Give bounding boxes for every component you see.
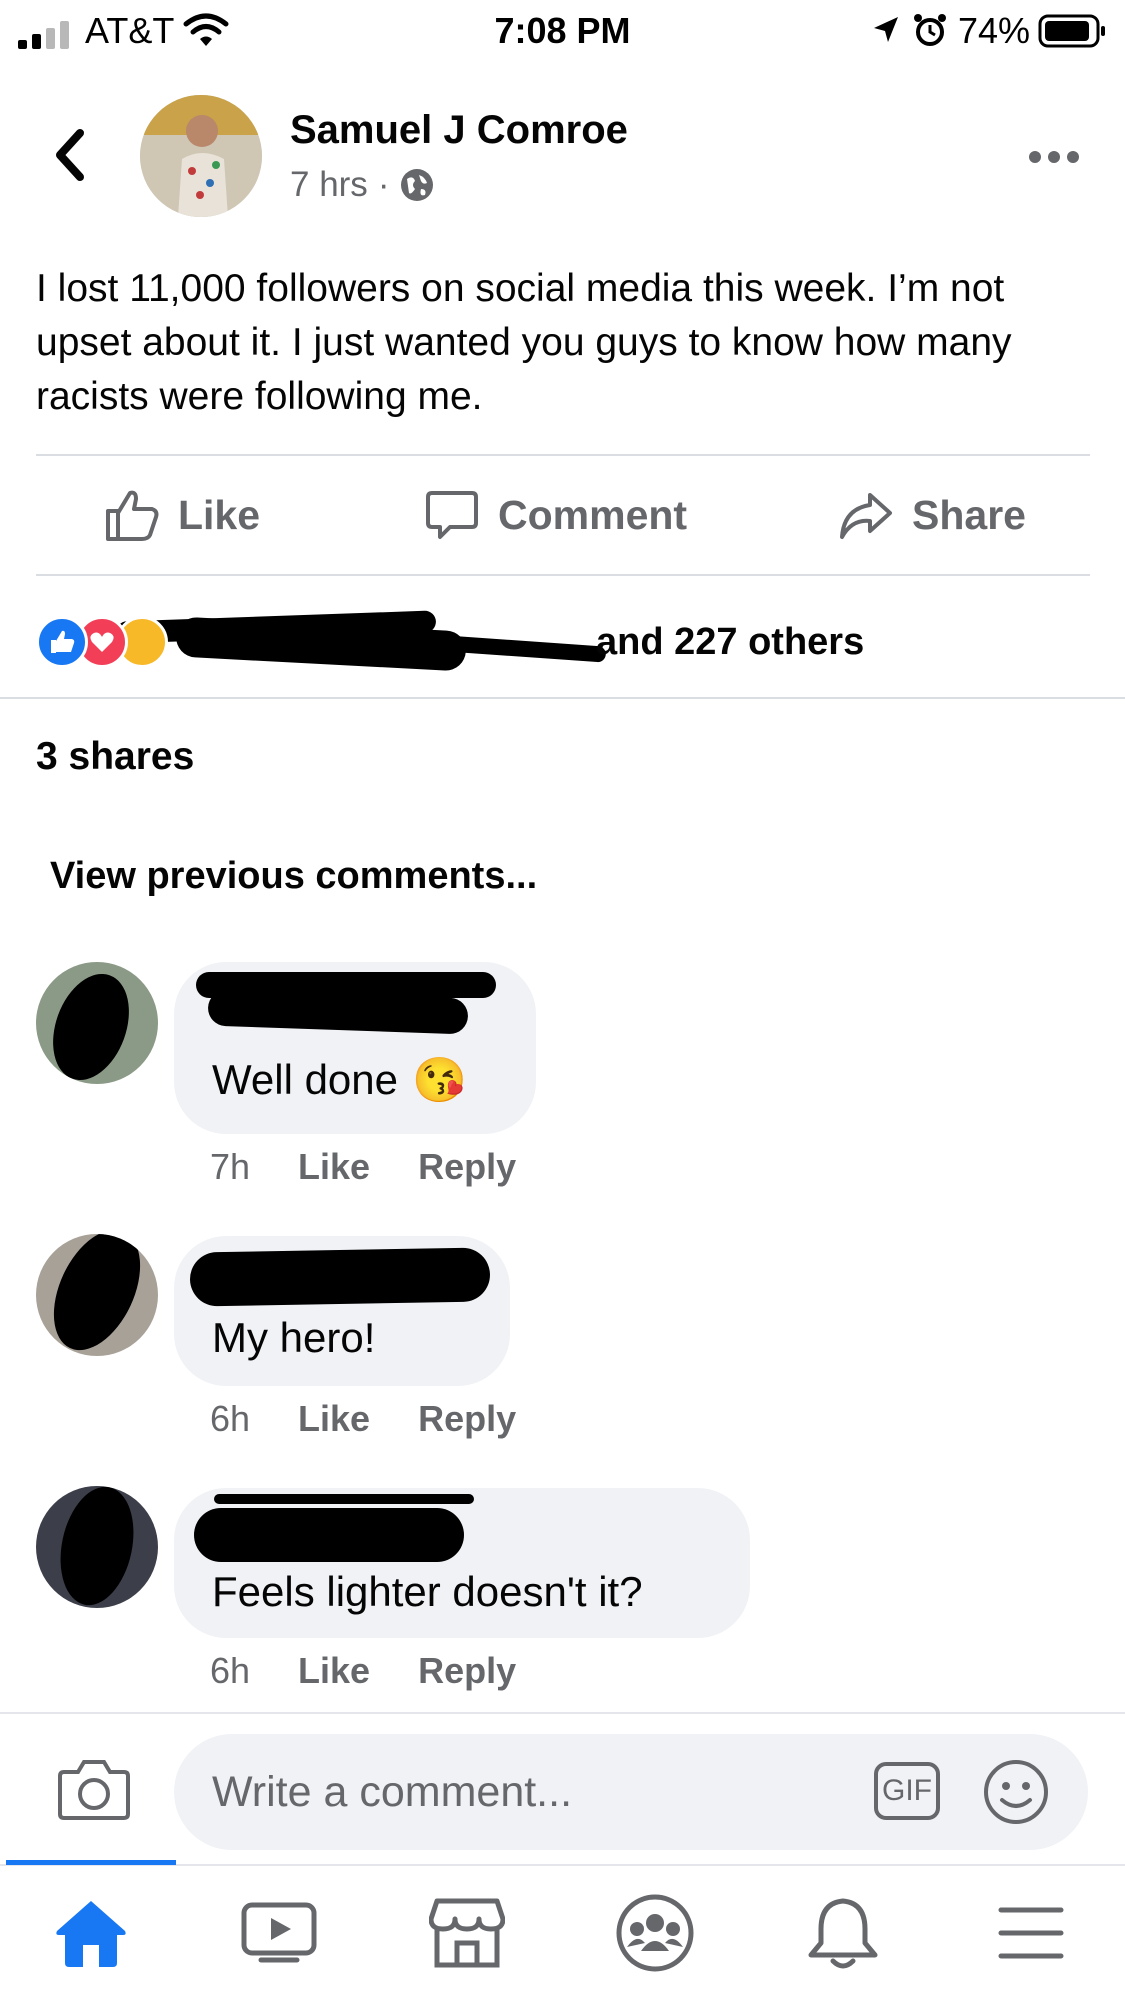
redaction-scribble [39,963,143,1084]
emoji-button[interactable] [982,1758,1050,1831]
comment-meta: 6h Like Reply [210,1398,516,1440]
author-avatar[interactable] [140,95,262,217]
comment-meta: 6h Like Reply [210,1650,516,1692]
post-time[interactable]: 7 hrs [290,165,368,205]
more-dots-icon [1029,151,1079,163]
battery-percent: 74% [958,10,1031,51]
thumbs-up-icon [106,490,159,541]
like-button[interactable]: Like [104,456,260,574]
tab-groups[interactable] [610,1888,700,1978]
post-author-name[interactable]: Samuel J Comroe [290,108,628,153]
smiley-icon [984,1760,1048,1824]
comment-time: 6h [210,1650,251,1691]
shares-count[interactable]: 3 shares [36,735,194,779]
alarm-icon [914,14,946,46]
share-arrow-icon [840,493,892,539]
commenter-avatar[interactable] [36,1234,158,1356]
view-previous-comments[interactable]: View previous comments... [50,855,537,898]
commenter-avatar[interactable] [36,962,158,1084]
clock: 7:08 PM [494,10,631,51]
comment-text: Feels lighter doesn't it? [212,1568,643,1615]
redaction-scribble [207,989,469,1035]
post-body: I lost 11,000 followers on social media … [36,267,1012,418]
comment-button[interactable]: Comment [424,456,687,574]
author-photo [140,95,262,217]
comment-time: 7h [210,1146,251,1187]
comment-label: Comment [498,491,688,538]
redaction-scribble [50,1486,144,1608]
comment-placeholder: Write a comment... [212,1768,573,1816]
like-label: Like [178,491,261,538]
redaction-scribble [194,1508,464,1562]
tab-notifications[interactable] [798,1888,888,1978]
tab-menu[interactable] [986,1888,1076,1978]
marketplace-icon [429,1898,505,1968]
home-icon [56,1901,126,1967]
redaction-scribble [36,1234,158,1356]
like-reaction-icon [36,616,88,668]
comment-bubble[interactable]: My hero! [174,1236,510,1386]
comment-text: My hero! [212,1314,376,1361]
chevron-left-icon [56,129,84,181]
share-label: Share [912,491,1026,538]
reactions-count: and 227 others [596,621,865,663]
tab-watch[interactable] [234,1888,324,1978]
redaction-scribble [189,1247,491,1307]
kissing-face-emoji-icon: 😘 [412,1056,467,1105]
meta-separator: · [377,165,390,204]
comment-input[interactable]: Write a comment... GIF [174,1734,1088,1850]
comment-text-body: Well done [212,1056,399,1103]
commenter-avatar[interactable] [36,1486,158,1608]
divider [36,574,1090,576]
gif-button[interactable]: GIF [874,1762,940,1820]
comment-time: 6h [210,1398,251,1439]
battery-icon [1038,14,1105,48]
active-tab-indicator [6,1860,176,1865]
watch-icon [241,1902,317,1963]
notifications-icon [808,1898,878,1969]
comment-reply-button[interactable]: Reply [418,1650,516,1692]
bottom-tab-bar [0,1860,1125,2003]
comment-reply-button[interactable]: Reply [418,1146,516,1188]
comment-text: Well done 😘 [212,1054,467,1106]
redaction-scribble [214,1494,474,1504]
location-arrow-icon [874,17,898,42]
camera-icon [58,1760,130,1820]
share-button[interactable]: Share [838,456,1026,574]
comment-bubble[interactable]: Well done 😘 [174,962,536,1134]
comment-composer: Write a comment... GIF [0,1712,1125,1850]
comment-bubble-icon [426,491,478,539]
post-actions: Like Comment Share [36,456,1090,574]
comment-reply-button[interactable]: Reply [418,1398,516,1440]
more-options-button[interactable] [1028,150,1080,169]
comment-bubble[interactable]: Feels lighter doesn't it? [174,1488,750,1638]
divider [0,697,1125,699]
status-bar: AT&T 7:08 PM 74% [0,0,1125,62]
comment-like-button[interactable]: Like [298,1146,370,1188]
comment-meta: 7h Like Reply [210,1146,516,1188]
comment-like-button[interactable]: Like [298,1398,370,1440]
tab-home[interactable] [46,1888,136,1978]
camera-button[interactable] [58,1758,130,1825]
menu-icon [998,1907,1064,1959]
back-button[interactable] [50,125,90,190]
comment-like-button[interactable]: Like [298,1650,370,1692]
gif-label: GIF [882,1774,932,1807]
globe-icon [401,169,434,201]
groups-icon [616,1894,694,1972]
post-meta: 7 hrs · [290,165,435,205]
tab-marketplace[interactable] [422,1888,512,1978]
reactions-summary[interactable]: and 227 others [36,610,864,672]
